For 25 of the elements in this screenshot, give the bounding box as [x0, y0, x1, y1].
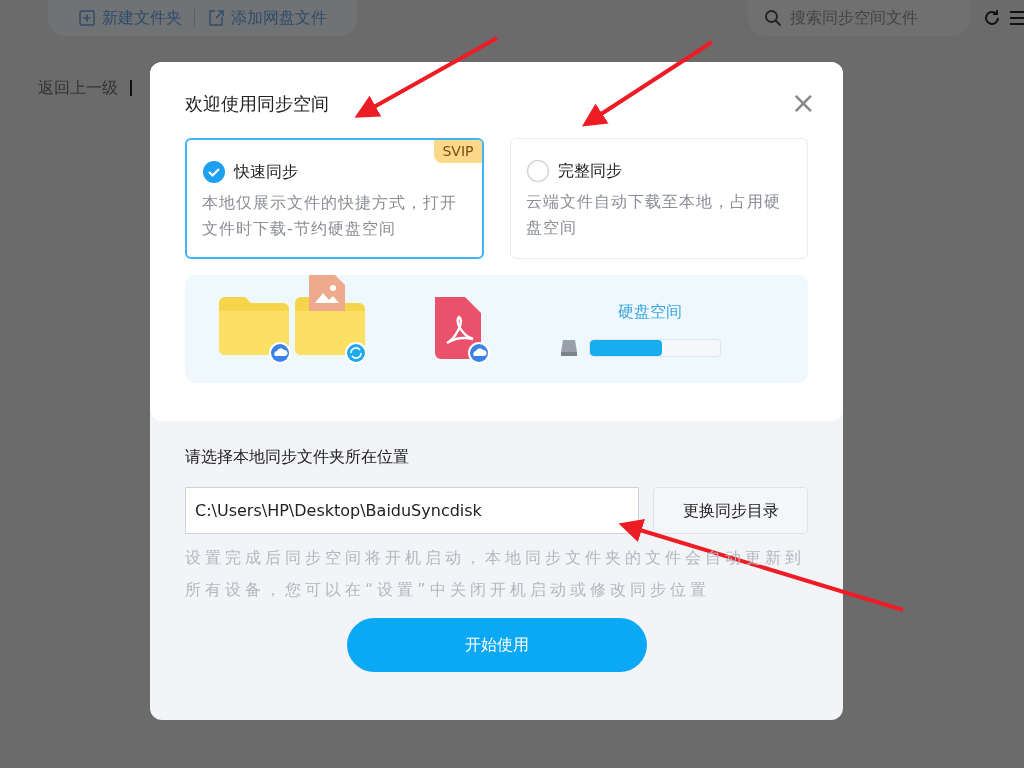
- file-arrow-icon: [207, 9, 225, 27]
- menu-icon[interactable]: [1010, 9, 1024, 27]
- toolbar-button[interactable]: 添加网盘文件: [207, 6, 327, 30]
- plus-square-icon: [78, 9, 96, 27]
- radio-icon: [525, 159, 550, 183]
- dialog-title: 欢迎使用同步空间: [185, 91, 329, 116]
- svip-badge: SVIP: [434, 140, 482, 163]
- change-directory-button[interactable]: 更换同步目录: [653, 487, 808, 534]
- sync-option-card[interactable]: SVIP 快速同步 本地仅展示文件的快捷方式，打开文件时下载-节约硬盘空间: [185, 138, 484, 259]
- path-field[interactable]: C:\Users\HP\Desktop\BaiduSyncdisk: [185, 487, 640, 534]
- option-title: 快速同步: [234, 161, 298, 183]
- option-title: 完整同步: [557, 160, 622, 182]
- option-description: 本地仅展示文件的快捷方式，打开文件时下载-节约硬盘空间: [202, 192, 458, 240]
- refresh-icon[interactable]: [982, 8, 1002, 28]
- location-label: 请选择本地同步文件夹所在位置: [185, 446, 410, 468]
- sync-option-card[interactable]: 完整同步 云端文件自动下载至本地，占用硬盘空间: [509, 138, 808, 259]
- image-file-icon: [309, 275, 345, 311]
- toolbar-button[interactable]: 新建文件夹: [78, 6, 182, 30]
- close-button[interactable]: ×: [790, 88, 816, 118]
- setup-note: 设置完成后同步空间将开机启动，本地同步文件夹的文件会自动更新到所有设备，您可以在“设置”中关闭开机启动或修改同步位置: [185, 547, 806, 601]
- disk-space-label: 硬盘空间: [618, 301, 682, 323]
- checked-radio-icon: [202, 160, 226, 184]
- search-icon: [764, 9, 782, 27]
- option-description: 云端文件自动下载至本地，占用硬盘空间: [525, 191, 782, 239]
- start-button[interactable]: 开始使用: [346, 618, 647, 672]
